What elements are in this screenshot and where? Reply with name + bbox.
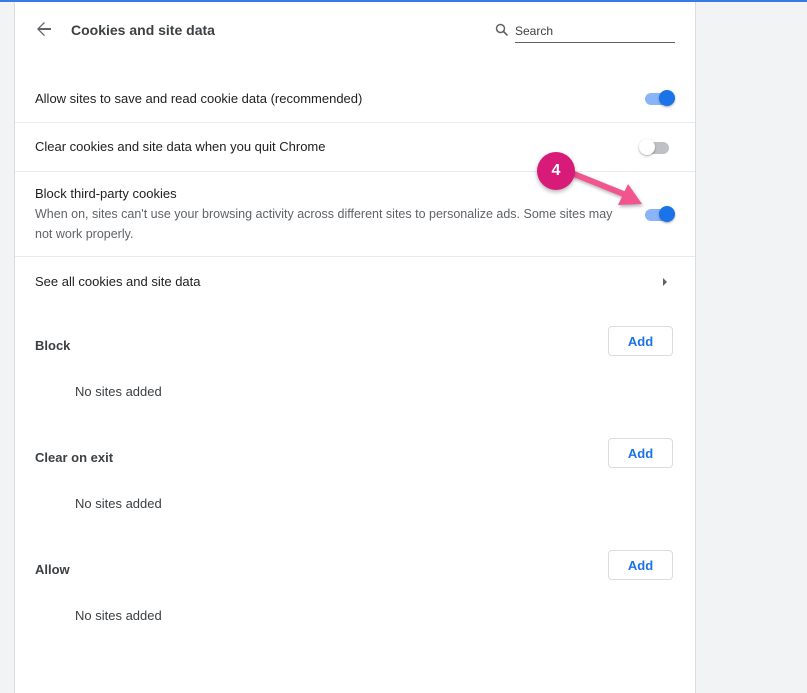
toggle-knob (659, 90, 675, 106)
allow-cookies-label: Allow sites to save and read cookie data… (35, 91, 363, 106)
allow-cookies-row[interactable]: Allow sites to save and read cookie data… (15, 74, 695, 123)
see-all-cookies-label: See all cookies and site data (35, 274, 201, 289)
toggle-knob (639, 139, 655, 155)
search-box (495, 20, 675, 44)
search-icon (495, 23, 509, 37)
back-button[interactable] (33, 18, 55, 40)
clear-on-exit-section-title: Clear on exit (35, 450, 114, 465)
allow-section-title: Allow (35, 562, 70, 577)
allow-empty-text: No sites added (75, 608, 162, 623)
chevron-right-icon (663, 278, 667, 286)
see-all-cookies-row[interactable]: See all cookies and site data (15, 257, 695, 307)
allow-add-button[interactable]: Add (608, 550, 673, 580)
block-section-title: Block (35, 338, 71, 353)
page-title: Cookies and site data (71, 22, 215, 38)
annotation-step-badge: 4 (537, 152, 575, 190)
page-header: Cookies and site data (15, 2, 695, 62)
search-input[interactable] (515, 20, 675, 43)
clear-on-exit-add-button[interactable]: Add (608, 438, 673, 468)
block-third-party-description: When on, sites can't use your browsing a… (35, 207, 613, 241)
settings-card: Cookies and site data Allow sites to sav… (14, 2, 696, 693)
toggle-knob (659, 206, 675, 222)
clear-on-quit-label: Clear cookies and site data when you qui… (35, 139, 326, 154)
allow-cookies-toggle[interactable] (643, 90, 677, 106)
block-add-button[interactable]: Add (608, 326, 673, 356)
clear-on-quit-toggle[interactable] (639, 139, 673, 155)
left-gutter (0, 2, 14, 693)
block-empty-text: No sites added (75, 384, 162, 399)
arrow-left-icon (37, 22, 51, 36)
block-third-party-label: Block third-party cookies (35, 186, 177, 201)
clear-on-exit-empty-text: No sites added (75, 496, 162, 511)
